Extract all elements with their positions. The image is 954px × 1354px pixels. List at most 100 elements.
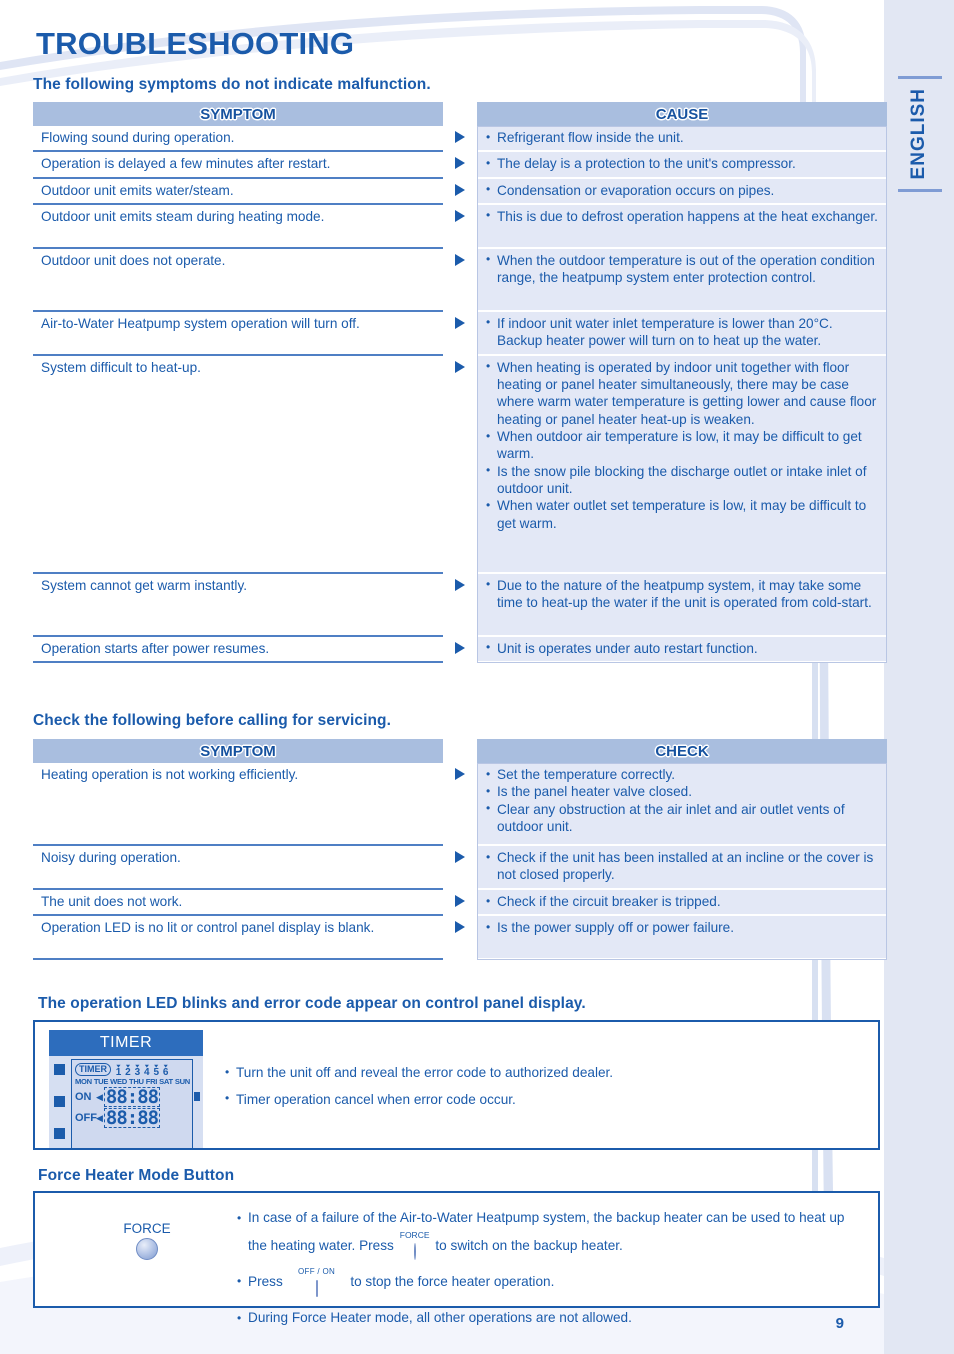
arrow-cell (443, 312, 477, 356)
list-item: Due to the nature of the heatpump system… (485, 576, 879, 612)
force-button-icon (136, 1238, 158, 1260)
section2-heading: Check the following before calling for s… (33, 712, 392, 729)
table-row: Heating operation is not working efficie… (33, 763, 887, 846)
symptom-cell: Heating operation is not working efficie… (33, 763, 443, 846)
table-row: Operation LED is no lit or control panel… (33, 916, 887, 961)
page-number: 9 (835, 1315, 844, 1332)
lcd-number: ▼ 3 (133, 1063, 141, 1077)
lcd-number-value: 6 (162, 1066, 169, 1078)
led-indicator (54, 1128, 65, 1139)
arrow-cell (443, 890, 477, 916)
table-row: Outdoor unit does not operate. When the o… (33, 248, 887, 312)
error-code-panel: TIMER TIMER ▼ 1 ▼ 2 ▼ 3 ▼ 4 ▼ 5 ▼ 6 MON TUE WED THU FRI… (33, 1020, 880, 1150)
lcd-number-marker-icon: ▼ (143, 1063, 151, 1069)
triangle-right-icon (455, 578, 465, 591)
table-row: The unit does not work. Check if the circ… (33, 890, 887, 917)
list-item: Check if the circuit breaker is tripped. (485, 892, 879, 910)
lcd-number-value: 5 (153, 1066, 159, 1078)
list-item: Condensation or evaporation occurs on pi… (485, 181, 879, 199)
force-button-icon[interactable]: FORCE (398, 1231, 432, 1265)
arrow-cell (443, 916, 477, 960)
page-title: TROUBLESHOOTING (36, 26, 355, 61)
arrow-cell (443, 179, 477, 205)
lcd-day: MON (75, 1077, 92, 1086)
symptom-cell: Operation starts after power resumes. (33, 637, 443, 664)
symptom-cell: Outdoor unit does not operate. (33, 249, 443, 312)
lcd-timer-badge: TIMER (75, 1063, 111, 1076)
language-tab-rule-top (898, 76, 942, 79)
section1-heading: The following symptoms do not indicate m… (33, 76, 431, 93)
force-button-label: FORCE (123, 1221, 171, 1236)
triangle-right-icon (455, 157, 465, 170)
language-tab-rule-bottom (898, 189, 942, 192)
lcd-day: TUE (93, 1077, 109, 1086)
triangle-right-icon (455, 131, 465, 143)
lcd-day: FRI (145, 1077, 158, 1086)
lcd-title: TIMER (49, 1030, 203, 1056)
lcd-off-row: OFF ◀ 88:88 (75, 1108, 190, 1128)
table-row: Outdoor unit emits steam during heating … (33, 204, 887, 249)
lcd-on-row: ON ◀ 88:88 (75, 1087, 190, 1107)
lcd-number-marker-icon: ▼ (124, 1063, 132, 1069)
list-item: Set the temperature correctly. (485, 765, 879, 783)
lcd-number: ▼ 2 (124, 1063, 132, 1077)
table-row: Outdoor unit emits water/steam. Condensat… (33, 178, 887, 206)
triangle-right-icon (455, 209, 465, 222)
list-item: Is the power supply off or power failure… (485, 919, 879, 937)
lcd-on-label: ON (75, 1091, 92, 1103)
bullet-text-pre: During Force Heater mode, all other oper… (248, 1310, 632, 1325)
triangle-right-icon (455, 253, 465, 266)
lcd-number-row: ▼ 1 ▼ 2 ▼ 3 ▼ 4 ▼ 5 ▼ 6 (115, 1063, 169, 1078)
arrow-cell (443, 152, 477, 178)
language-tab-label: ENGLISH (908, 88, 929, 180)
off-on-icon-pill (315, 1280, 318, 1297)
force-button-graphic: FORCE (99, 1221, 195, 1260)
list-item: Clear any obstruction at the air inlet a… (485, 800, 879, 836)
lcd-number: ▼ 6 (162, 1064, 169, 1078)
triangle-right-icon (455, 316, 465, 329)
error-code-bullets: Turn the unit off and reveal the error c… (223, 1064, 853, 1117)
list-item: If indoor unit water inlet temperature i… (485, 314, 879, 350)
lcd-number: ▼ 1 (115, 1063, 122, 1078)
lcd-day-row: MON TUE WED THU FRI SAT SUN (75, 1077, 190, 1086)
list-item: When outdoor air temperature is low, it … (485, 428, 879, 463)
list-item: Press OFF / ON to stop the force heater … (235, 1268, 865, 1302)
symptom-cell: System difficult to heat-up. (33, 356, 443, 574)
symptom-cell: Operation is delayed a few minutes after… (33, 152, 443, 179)
symptom-cell: The unit does not work. (33, 890, 443, 917)
triangle-right-icon (455, 183, 465, 196)
off-on-button-icon[interactable]: OFF / ON (287, 1268, 347, 1302)
symptom-cell: Flowing sound during operation. (33, 126, 443, 153)
cause-cell: Check if the unit has been installed at … (477, 846, 887, 890)
symptom-check-table: SYMPTOM CHECK Heating operation is not w… (33, 739, 887, 961)
led-indicator (54, 1064, 65, 1075)
cause-cell: Set the temperature correctly.Is the pan… (477, 763, 887, 846)
triangle-right-icon (455, 921, 465, 934)
table-row: Flowing sound during operation. Refrigera… (33, 126, 887, 153)
lcd-number-marker-icon: ▼ (115, 1063, 122, 1069)
lcd-timer-row: TIMER ▼ 1 ▼ 2 ▼ 3 ▼ 4 ▼ 5 ▼ 6 (75, 1063, 190, 1078)
lcd-number-marker-icon: ▼ (133, 1063, 141, 1069)
arrow-cell (443, 763, 477, 846)
lcd-off-value: 88:88 (103, 1107, 161, 1129)
column-header-cause: CAUSE (477, 102, 887, 126)
lcd-off-caret-icon: ◀ (96, 1112, 103, 1123)
lcd-day: SUN (174, 1077, 190, 1086)
triangle-right-icon (455, 895, 465, 907)
table-body: Flowing sound during operation. Refrigera… (33, 126, 887, 664)
list-item: Is the snow pile blocking the discharge … (485, 462, 879, 498)
section3-heading: The operation LED blinks and error code … (38, 995, 586, 1012)
lcd-number-value: 1 (115, 1066, 122, 1078)
cause-cell: Refrigerant flow inside the unit. (477, 126, 887, 153)
list-item: Check if the unit has been installed at … (485, 849, 879, 884)
table-body: Heating operation is not working efficie… (33, 763, 887, 961)
force-heater-panel: FORCE In case of a failure of the Air-to… (33, 1191, 880, 1331)
table-row: Operation starts after power resumes. Uni… (33, 636, 887, 664)
cause-cell: Is the power supply off or power failure… (477, 916, 887, 961)
triangle-right-icon (455, 851, 465, 863)
lcd-day: THU (129, 1077, 144, 1086)
list-item: Turn the unit off and reveal the error c… (223, 1064, 853, 1082)
language-tab: ENGLISH (884, 68, 954, 200)
force-icon-circle (413, 1243, 416, 1260)
cause-cell: This is due to defrost operation happens… (477, 204, 887, 249)
